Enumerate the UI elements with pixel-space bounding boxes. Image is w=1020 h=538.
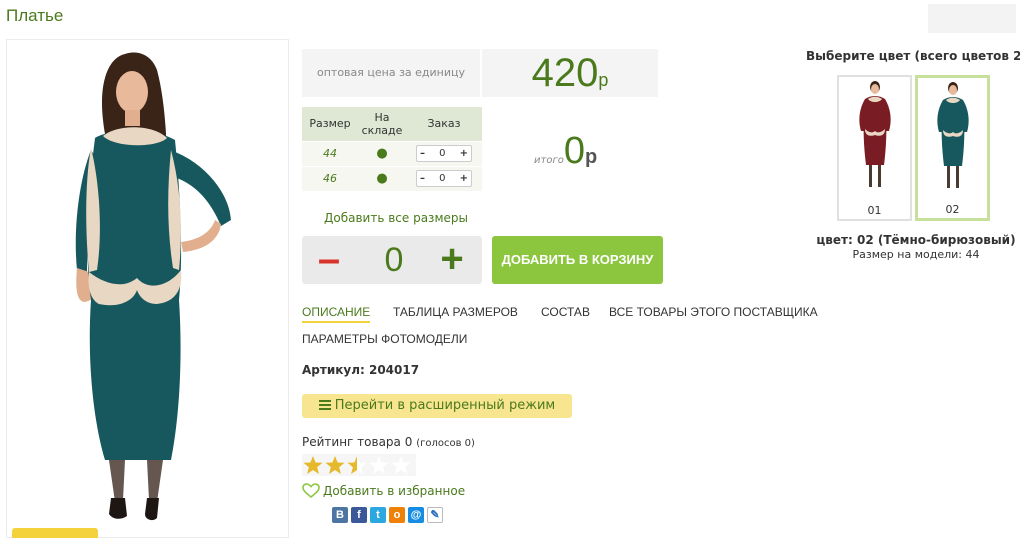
photo-tab[interactable] — [12, 528, 98, 538]
dress-model-image — [75, 52, 231, 521]
price-value: 420 — [531, 51, 599, 95]
favorite-label: Добавить в избранное — [323, 484, 466, 498]
stars-icon — [303, 456, 411, 474]
rating-label: Рейтинг товара 0 — [302, 435, 413, 449]
header-order: Заказ — [406, 107, 482, 141]
table-row: 44 ● – 0 + — [302, 140, 482, 166]
odnoklassniki-icon[interactable]: о — [389, 507, 405, 523]
header-size: Размер — [302, 107, 358, 141]
stepper-minus-button[interactable]: – — [420, 148, 425, 159]
header-widget[interactable] — [928, 4, 1016, 33]
tab-supplier-products[interactable]: ВСЕ ТОВАРЫ ЭТОГО ПОСТАВЩИКА — [609, 305, 818, 319]
header-stock: На складе — [358, 107, 406, 141]
total-value: 0 — [563, 130, 585, 172]
order-total: итого0р — [534, 130, 597, 173]
size-table: Размер На складе Заказ 44 ● – 0 + 46 ● –… — [302, 107, 482, 191]
quantity-minus-button[interactable]: – — [312, 239, 346, 280]
size-cell: 46 — [302, 165, 358, 191]
selected-color-name: цвет: 02 (Тёмно-бирюзовый) — [816, 233, 1016, 247]
table-row: 46 ● – 0 + — [302, 165, 482, 191]
stock-cell: ● — [358, 140, 406, 166]
list-icon — [318, 400, 331, 410]
order-cell: – 0 + — [406, 165, 482, 191]
model-size: Размер на модели: 44 — [852, 248, 980, 261]
stepper-plus-button[interactable]: + — [460, 173, 468, 184]
stepper-plus-button[interactable]: + — [460, 148, 468, 159]
total-label: итого — [534, 155, 564, 166]
in-stock-dot-icon: ● — [376, 146, 388, 161]
rating-votes: (голосов 0) — [416, 438, 475, 449]
extended-mode-button[interactable]: Перейти в расширенный режим — [302, 394, 572, 418]
tab-size-chart[interactable]: ТАБЛИЦА РАЗМЕРОВ — [393, 305, 518, 319]
dress-thumbnail-image — [859, 81, 891, 187]
tab-composition[interactable]: СОСТАВ — [541, 305, 590, 319]
social-share: В f t о @ ✎ — [332, 507, 443, 523]
add-to-cart-button[interactable]: ДОБАВИТЬ В КОРЗИНУ — [492, 236, 663, 284]
mailru-icon[interactable]: @ — [408, 507, 424, 523]
rating-text: Рейтинг товара 0 (голосов 0) — [302, 435, 475, 449]
price-value-box: 420р — [480, 49, 658, 97]
vk-icon[interactable]: В — [332, 507, 348, 523]
color-option-01[interactable]: 01 — [837, 75, 912, 221]
tab-description[interactable]: ОПИСАНИЕ — [302, 305, 371, 323]
product-main-photo[interactable] — [6, 39, 289, 538]
heart-icon — [302, 483, 320, 499]
dress-thumbnail-image — [937, 82, 969, 188]
add-all-sizes-link[interactable]: Добавить все размеры — [324, 211, 468, 225]
total-currency: р — [584, 146, 598, 168]
page-title: Платье — [6, 6, 64, 25]
stock-cell: ● — [358, 165, 406, 191]
size-table-header: Размер На складе Заказ — [302, 107, 482, 141]
selected-color-info: цвет: 02 (Тёмно-бирюзовый) Размер на мод… — [796, 233, 1020, 261]
color-option-02[interactable]: 02 — [915, 75, 990, 221]
facebook-icon[interactable]: f — [351, 507, 367, 523]
price-block: оптовая цена за единицу 420р — [302, 49, 658, 97]
color-code: 01 — [867, 204, 882, 217]
stepper-value[interactable]: 0 — [439, 173, 445, 184]
rating-stars[interactable] — [302, 454, 416, 476]
color-code: 02 — [945, 203, 960, 216]
stepper-value[interactable]: 0 — [439, 148, 445, 159]
stepper-minus-button[interactable]: – — [420, 173, 425, 184]
quantity-stepper[interactable]: – 0 + — [416, 145, 472, 162]
quantity-stepper[interactable]: – 0 + — [416, 170, 472, 188]
tab-model-params[interactable]: ПАРАМЕТРЫ ФОТОМОДЕЛИ — [302, 332, 467, 346]
add-to-favorites-link[interactable]: Добавить в избранное — [302, 483, 466, 499]
article-number: Артикул: 204017 — [302, 363, 420, 377]
in-stock-dot-icon: ● — [376, 171, 388, 187]
size-cell: 44 — [302, 140, 358, 166]
twitter-icon[interactable]: t — [370, 507, 386, 523]
price-currency: р — [598, 70, 609, 90]
quantity-control: – 0 + — [302, 236, 482, 284]
livejournal-icon[interactable]: ✎ — [427, 507, 443, 523]
color-selector-title: Выберите цвет (всего цветов 2) — [806, 49, 1020, 63]
price-label: оптовая цена за единицу — [316, 66, 466, 79]
order-cell: – 0 + — [406, 140, 482, 166]
quantity-value[interactable]: 0 — [372, 236, 416, 284]
extended-mode-label: Перейти в расширенный режим — [334, 398, 556, 413]
quantity-plus-button[interactable]: + — [432, 239, 472, 280]
